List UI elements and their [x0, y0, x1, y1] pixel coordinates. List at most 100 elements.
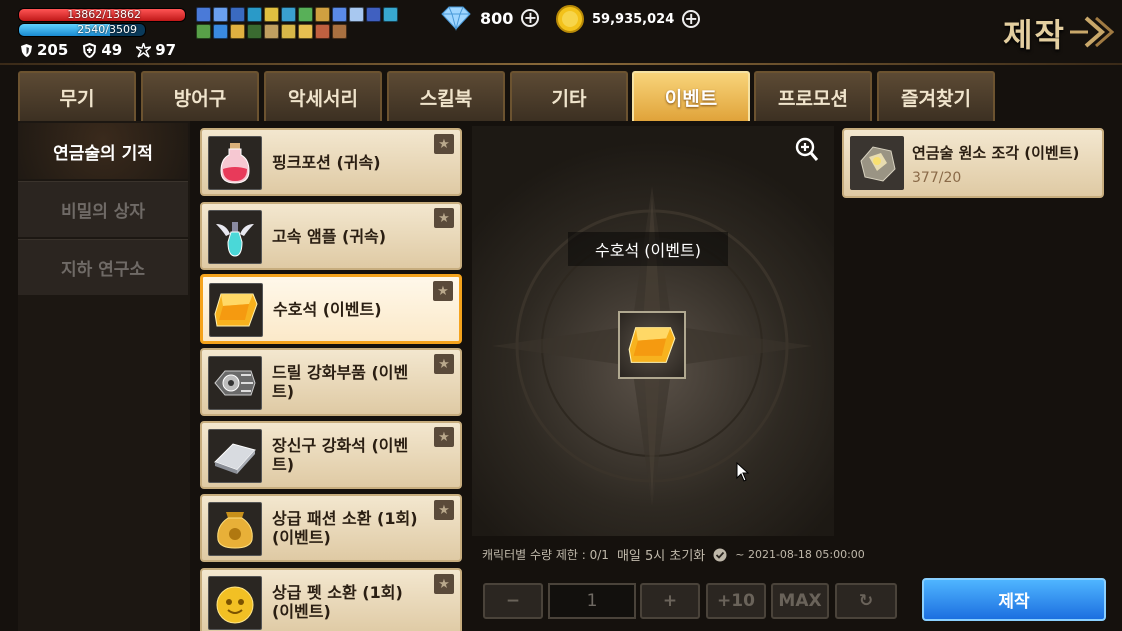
tab-weapon[interactable]: 무기	[18, 71, 136, 121]
buff-icon	[281, 7, 296, 22]
max-label: MAX	[778, 591, 822, 611]
craft-button[interactable]: 제작	[922, 578, 1106, 621]
favorite-star-icon[interactable]: ★	[434, 500, 454, 520]
item-thumb	[208, 356, 262, 410]
list-item[interactable]: 드릴 강화부품 (이벤트) ★	[200, 348, 462, 416]
category-label: 비밀의 상자	[60, 202, 146, 222]
buff-icon	[196, 24, 211, 39]
tab-event[interactable]: 이벤트	[632, 71, 750, 121]
stat-shield-value: 205	[37, 41, 69, 59]
max-button[interactable]: MAX	[771, 583, 829, 619]
tab-label: 즐겨찾기	[901, 87, 971, 110]
item-name: 수호석 (이벤트)	[273, 299, 382, 319]
tab-label: 기타	[551, 87, 587, 110]
favorite-star-icon[interactable]: ★	[434, 354, 454, 374]
buff-icon	[332, 24, 347, 39]
favorite-star-icon[interactable]: ★	[434, 574, 454, 594]
guard-icon	[83, 42, 97, 58]
plus-ten-label: +10	[717, 591, 755, 611]
clock-check-icon	[713, 548, 727, 561]
favorite-star-icon[interactable]: ★	[433, 281, 453, 301]
buff-icon	[247, 7, 262, 22]
gold-bag-icon	[217, 512, 253, 549]
category-label: 지하 연구소	[60, 260, 146, 280]
stat-burst: 97	[136, 41, 176, 59]
stat-guard: 49	[82, 41, 122, 59]
refresh-button[interactable]: ↻	[835, 583, 897, 619]
period-text: ~ 2021-08-18 05:00:00	[735, 548, 865, 561]
shield-icon	[21, 43, 32, 57]
list-item-selected[interactable]: 수호석 (이벤트) ★	[200, 274, 462, 344]
item-name: 장신구 강화석 (이벤트)	[272, 436, 409, 474]
category-alchemy-miracle[interactable]: 연금술의 기적	[18, 123, 188, 179]
buff-icon	[213, 7, 228, 22]
character-stats: 205 49 97	[20, 41, 176, 59]
material-card[interactable]: 연금술 원소 조각 (이벤트) 377/20	[842, 128, 1104, 198]
category-secret-box[interactable]: 비밀의 상자	[18, 181, 188, 237]
buff-icon	[230, 24, 245, 39]
item-name: 고속 앰플 (귀속)	[272, 226, 387, 246]
coin-amount: 59,935,024	[592, 11, 675, 27]
alchemy-fragment-icon	[860, 146, 896, 182]
burst-icon	[136, 42, 152, 58]
tab-label: 악세서리	[288, 87, 358, 110]
buff-icon	[298, 7, 313, 22]
recipe-list[interactable]: 핑크포션 (귀속) ★ 고속 앰플 (귀속) ★ 수호석 (이벤트) ★ 드릴 …	[200, 126, 464, 631]
coin-currency: 59,935,024 +	[556, 5, 701, 33]
item-thumb	[208, 136, 262, 190]
buff-icon	[213, 24, 228, 39]
limit-text: 캐릭터별 수량 제한 : 0/1	[482, 548, 609, 562]
back-arrow-icon[interactable]	[1068, 12, 1114, 52]
tab-armor[interactable]: 방어구	[141, 71, 259, 121]
plus-ten-button[interactable]: +10	[706, 583, 766, 619]
favorite-star-icon[interactable]: ★	[434, 208, 454, 228]
mp-text: 2540/3509	[77, 23, 137, 36]
tab-skillbook[interactable]: 스킬북	[387, 71, 505, 121]
buff-icon	[298, 24, 313, 39]
drill-part-icon	[214, 370, 256, 396]
gold-pet-icon	[216, 586, 254, 624]
category-underground-lab[interactable]: 지하 연구소	[18, 239, 188, 295]
selected-recipe-name: 수호석 (이벤트)	[568, 232, 728, 266]
page-title: 제작	[1003, 16, 1066, 54]
buff-icon	[230, 7, 245, 22]
increase-label: +	[662, 591, 678, 611]
buff-icon	[383, 7, 398, 22]
reset-text: 매일 5시 초기화	[616, 549, 706, 564]
tab-label: 방어구	[173, 87, 227, 110]
tab-etc[interactable]: 기타	[510, 71, 628, 121]
gem-currency: 800 +	[440, 5, 540, 31]
decrease-button[interactable]: −	[483, 583, 543, 619]
tab-label: 무기	[59, 87, 95, 110]
item-name: 상급 패션 소환 (1회) (이벤트)	[272, 509, 418, 547]
buff-icon	[315, 24, 330, 39]
list-item[interactable]: 핑크포션 (귀속) ★	[200, 128, 462, 196]
list-item[interactable]: 장신구 강화석 (이벤트) ★	[200, 421, 462, 489]
buff-icon	[349, 7, 364, 22]
add-gems-button[interactable]: +	[521, 9, 540, 27]
buff-icon	[196, 7, 211, 22]
material-count: 377/20	[912, 170, 962, 186]
increase-button[interactable]: +	[640, 583, 700, 619]
list-item[interactable]: 상급 패션 소환 (1회) (이벤트) ★	[200, 494, 462, 562]
tab-favorites[interactable]: 즐겨찾기	[877, 71, 995, 121]
category-label: 연금술의 기적	[53, 143, 153, 164]
buff-icon	[264, 7, 279, 22]
result-item-slot[interactable]	[618, 311, 686, 379]
zoom-in-icon[interactable]	[795, 137, 819, 163]
quantity-field[interactable]: 1	[548, 583, 636, 619]
quantity-value: 1	[586, 591, 598, 611]
add-coins-button[interactable]: +	[682, 10, 701, 28]
tab-label: 스킬북	[419, 87, 473, 110]
list-item[interactable]: 고속 앰플 (귀속) ★	[200, 202, 462, 270]
tab-accessory[interactable]: 악세서리	[264, 71, 382, 121]
tab-promotion[interactable]: 프로모션	[754, 71, 872, 121]
mouse-cursor-icon	[736, 462, 750, 482]
favorite-star-icon[interactable]: ★	[434, 427, 454, 447]
gold-guardian-stone-icon	[628, 327, 676, 363]
item-thumb	[209, 283, 263, 337]
tab-label: 프로모션	[778, 87, 848, 110]
category-panel: 연금술의 기적 비밀의 상자 지하 연구소	[18, 121, 190, 631]
list-item[interactable]: 상급 펫 소환 (1회) (이벤트) ★	[200, 568, 462, 631]
favorite-star-icon[interactable]: ★	[434, 134, 454, 154]
